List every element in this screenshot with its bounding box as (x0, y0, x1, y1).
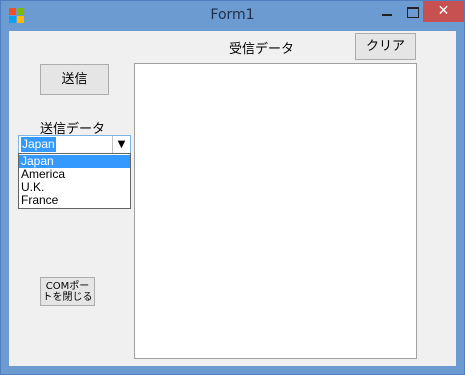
received-data-label: 受信データ (229, 42, 295, 57)
close-button[interactable]: ✕ (423, 1, 464, 22)
form1-window: Form1 ✕ 送信 送信データ Japan ▼ Japan America U… (0, 0, 465, 375)
dropdown-option[interactable]: France (19, 194, 130, 207)
close-com-port-label-line1: COMポー (45, 281, 90, 292)
title-bar[interactable]: Form1 ✕ (1, 1, 464, 31)
combobox-selected-value: Japan (21, 137, 56, 152)
send-data-combobox[interactable]: Japan ▼ (18, 135, 131, 154)
received-data-textbox[interactable] (134, 63, 417, 359)
maximize-icon (407, 7, 419, 18)
close-com-port-label-line2: トを閉じる (42, 292, 93, 303)
minimize-icon (382, 14, 392, 16)
chevron-down-icon[interactable]: ▼ (112, 136, 130, 153)
send-button[interactable]: 送信 (40, 64, 109, 95)
clear-button[interactable]: クリア (355, 33, 416, 60)
combobox-dropdown-list: Japan America U.K. France (18, 153, 131, 209)
form-client-area: 送信 送信データ Japan ▼ Japan America U.K. Fran… (9, 31, 456, 366)
minimize-button[interactable] (374, 1, 400, 22)
close-com-port-button[interactable]: COMポー トを閉じる (40, 277, 95, 306)
